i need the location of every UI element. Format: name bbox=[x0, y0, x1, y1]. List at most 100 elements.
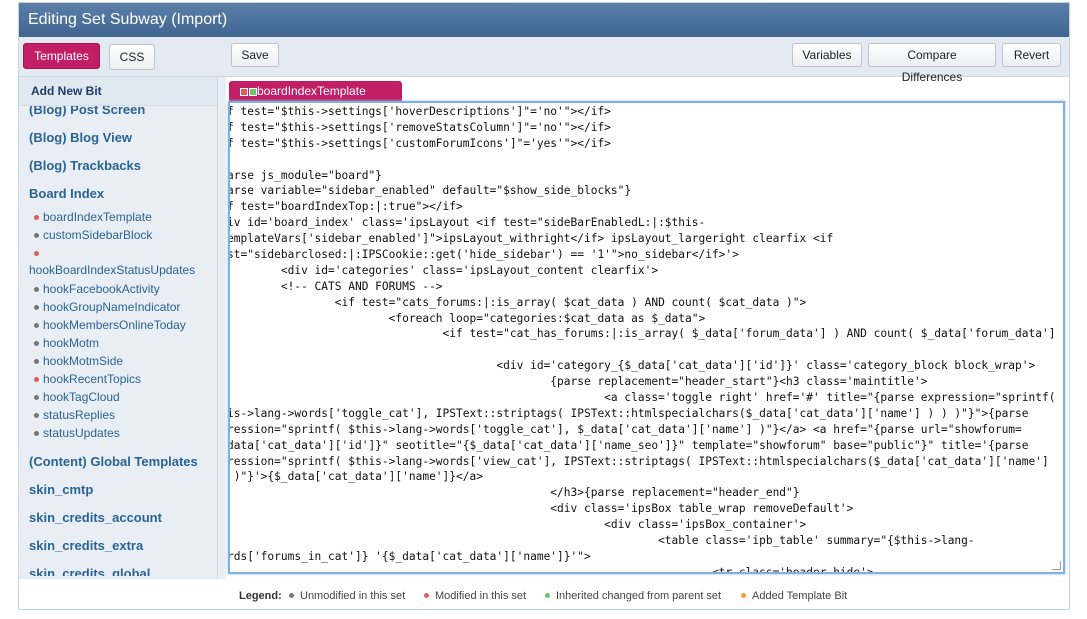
template-list-scroll: (Blog) Post Screen (Blog) Blog View (Blog)… bbox=[25, 106, 217, 576]
tab-boardindextemplate[interactable]: boardIndexTemplate bbox=[229, 81, 402, 101]
code-line: f test="$this->settings['hoverDescriptio… bbox=[228, 105, 611, 118]
expand-icon[interactable] bbox=[249, 88, 257, 96]
code-editor[interactable]: f test="$this->settings['hoverDescriptio… bbox=[228, 101, 1065, 574]
template-bit[interactable]: hookGroupNameIndicator bbox=[25, 298, 217, 316]
template-bit-label: hookMembersOnlineToday bbox=[43, 318, 186, 332]
code-line: <if test="cats_forums:|:is_array( $cat_d… bbox=[228, 295, 807, 309]
variables-button[interactable]: Variables bbox=[792, 43, 862, 67]
code-line: )"}'>{$_data['cat_data']['name']}</a> bbox=[228, 470, 483, 484]
toolbar: Templates CSS Save Variables Compare Dif… bbox=[19, 37, 1069, 84]
code-line: emplateVars['sidebar_enabled']">ipsLayou… bbox=[228, 232, 834, 246]
added-dot-icon bbox=[741, 593, 746, 598]
css-button[interactable]: CSS bbox=[109, 44, 155, 70]
code-line: {parse replacement="header_start"}<h3 cl… bbox=[228, 375, 928, 389]
code-line: <a class='toggle right' href='#' title="… bbox=[228, 391, 1056, 405]
template-bit[interactable]: hookMotmSide bbox=[25, 352, 217, 370]
template-bit[interactable]: customSidebarBlock bbox=[25, 226, 217, 244]
template-bit-label: hookGroupNameIndicator bbox=[43, 300, 181, 314]
template-bit-label: boardIndexTemplate bbox=[43, 210, 152, 224]
code-line: ression="sprintf( $this->lang->words['vi… bbox=[228, 454, 1049, 468]
legend-item-unmodified: Unmodified in this set bbox=[289, 585, 405, 607]
template-bit-label: hookTagCloud bbox=[43, 390, 120, 404]
legend-item-added: Added Template Bit bbox=[741, 585, 847, 607]
status-dot-icon bbox=[34, 395, 39, 400]
code-line: <foreach loop="categories:$cat_data as $… bbox=[228, 311, 706, 325]
template-bit[interactable]: hookRecentTopics bbox=[25, 370, 217, 388]
template-bit-label: statusUpdates bbox=[43, 426, 120, 440]
template-group[interactable]: Board Index bbox=[25, 180, 217, 208]
status-dot-icon bbox=[34, 341, 39, 346]
template-bit-label: statusReplies bbox=[43, 408, 116, 422]
revert-button[interactable]: Revert bbox=[1002, 43, 1061, 67]
code-line: <tr class='header hide'> bbox=[228, 565, 874, 574]
add-new-bit-link[interactable]: Add New Bit bbox=[19, 77, 217, 106]
code-line: rds['forums_in_cat']} '{$_data['cat_data… bbox=[228, 549, 591, 563]
template-bit-label: hookMotmSide bbox=[43, 354, 124, 368]
editor-window: Editing Set Subway (Import) Templates CS… bbox=[18, 2, 1070, 610]
template-group[interactable]: (Blog) Post Screen bbox=[25, 106, 217, 124]
code-text[interactable]: f test="$this->settings['hoverDescriptio… bbox=[228, 104, 1063, 574]
template-bit[interactable]: hookFacebookActivity bbox=[25, 280, 217, 298]
template-bit[interactable]: hookTagCloud bbox=[25, 388, 217, 406]
code-line: <if test="cat_has_forums:|:is_array( $_d… bbox=[228, 327, 1056, 341]
save-button[interactable]: Save bbox=[231, 43, 279, 67]
close-icon[interactable] bbox=[240, 88, 248, 96]
template-group[interactable]: skin_credits_extra bbox=[25, 532, 217, 560]
template-bit[interactable]: hookBoardIndexStatusUpdates bbox=[25, 244, 217, 280]
template-group[interactable]: skin_credits_global bbox=[25, 560, 217, 576]
template-group[interactable]: skin_credits_account bbox=[25, 504, 217, 532]
templates-button[interactable]: Templates bbox=[23, 43, 100, 69]
code-line: ression="sprintf( $this->lang->words['to… bbox=[228, 422, 1022, 436]
status-dot-icon bbox=[34, 215, 39, 220]
template-group[interactable]: (Blog) Blog View bbox=[25, 124, 217, 152]
status-dot-icon bbox=[34, 413, 39, 418]
sidebar-scrollbar[interactable] bbox=[218, 77, 226, 579]
legend-title: Legend: bbox=[239, 590, 282, 602]
status-dot-icon bbox=[34, 305, 39, 310]
tab-label: boardIndexTemplate bbox=[257, 84, 366, 98]
resize-grip-icon[interactable] bbox=[1052, 561, 1061, 570]
code-line: f test="boardIndexTop:|:true"></if> bbox=[228, 200, 463, 214]
code-line: </h3>{parse replacement="header_end"} bbox=[228, 486, 800, 500]
code-line: <div class='ipsBox_container'> bbox=[228, 518, 807, 532]
inherited-dot-icon bbox=[545, 593, 550, 598]
template-sidebar: Add New Bit (Blog) Post Screen (Blog) Blo… bbox=[19, 77, 218, 579]
template-group[interactable]: skin_cmtp bbox=[25, 476, 217, 504]
code-line: <!-- CATS AND FORUMS --> bbox=[228, 279, 443, 293]
template-bit[interactable]: statusReplies bbox=[25, 406, 217, 424]
code-line: arse js_module="board"} bbox=[228, 168, 382, 182]
code-line: is->lang->words['toggle_cat'], IPSText::… bbox=[228, 406, 1029, 420]
template-bit[interactable]: hookMembersOnlineToday bbox=[25, 316, 217, 334]
status-dot-icon bbox=[34, 251, 39, 256]
status-dot-icon bbox=[34, 359, 39, 364]
code-line: <div id='categories' class='ipsLayout_co… bbox=[228, 263, 659, 277]
template-group[interactable]: (Content) Global Templates bbox=[25, 448, 217, 476]
modified-dot-icon bbox=[424, 593, 429, 598]
compare-differences-button[interactable]: Compare Differences bbox=[868, 43, 996, 84]
code-line: <div class='ipsBox table_wrap removeDefa… bbox=[228, 502, 854, 516]
template-bit-label: hookFacebookActivity bbox=[43, 282, 160, 296]
code-line: arse variable="sidebar_enabled" default=… bbox=[228, 184, 632, 198]
code-line: f test="$this->settings['removeStatsColu… bbox=[228, 120, 611, 134]
template-bit-label: customSidebarBlock bbox=[43, 228, 153, 242]
template-bit-label: hookRecentTopics bbox=[43, 372, 142, 386]
legend-item-inherited: Inherited changed from parent set bbox=[545, 585, 721, 607]
window-title: Editing Set Subway (Import) bbox=[19, 3, 1069, 37]
status-dot-icon bbox=[34, 323, 39, 328]
template-bit[interactable]: boardIndexTemplate bbox=[25, 208, 217, 226]
status-dot-icon bbox=[34, 233, 39, 238]
legend-item-modified: Modified in this set bbox=[424, 585, 526, 607]
code-line: data['cat_data']['id']}" seotitle="{$_da… bbox=[228, 438, 1029, 452]
template-bit[interactable]: hookMotm bbox=[25, 334, 217, 352]
code-line: iv id='board_index' class='ipsLayout <if… bbox=[228, 216, 706, 230]
template-bit[interactable]: statusUpdates bbox=[25, 424, 217, 442]
status-dot-icon bbox=[34, 377, 39, 382]
status-dot-icon bbox=[34, 431, 39, 436]
template-group[interactable]: (Blog) Trackbacks bbox=[25, 152, 217, 180]
code-line: <table class='ipb_table' summary="{$this… bbox=[228, 534, 975, 548]
code-line: <div id='category_{$_data['cat_data']['i… bbox=[228, 359, 1036, 373]
unmodified-dot-icon bbox=[289, 593, 294, 598]
template-bit-label: hookMotm bbox=[43, 336, 100, 350]
